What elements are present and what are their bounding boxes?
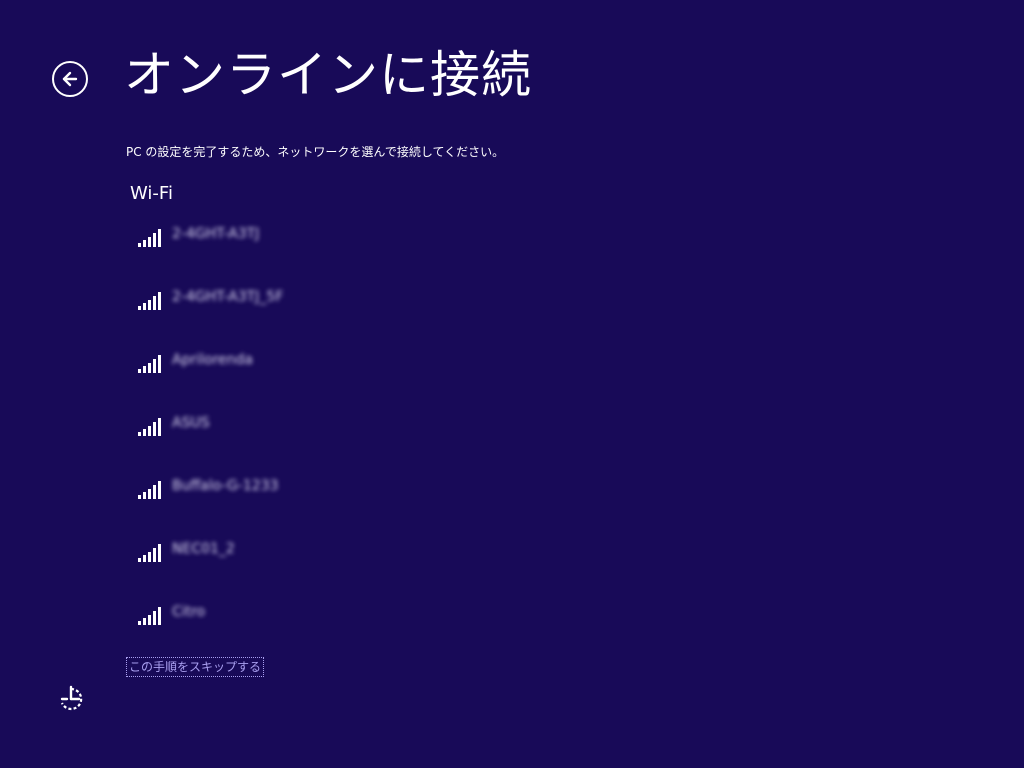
network-item-1[interactable]: 2-4GHT-A3TJ	[132, 220, 452, 283]
network-item-7[interactable]: Citro	[132, 598, 452, 661]
wifi-signal-icon	[136, 417, 162, 437]
network-item-2[interactable]: 2-4GHT-A3TJ_5F	[132, 283, 452, 346]
back-button[interactable]	[52, 61, 88, 97]
wifi-signal-icon	[136, 480, 162, 500]
wifi-section-title: Wi-Fi	[130, 183, 173, 204]
skip-step-link[interactable]: この手順をスキップする	[126, 657, 265, 677]
network-name: 2-4GHT-A3TJ_5F	[172, 289, 284, 305]
network-name: NEC01_2	[172, 541, 235, 557]
ease-of-access-button[interactable]	[56, 684, 86, 714]
network-item-3[interactable]: Aprilorenda	[132, 346, 452, 409]
network-name: Buffalo-G-1233	[172, 478, 279, 494]
back-arrow-icon	[60, 69, 80, 89]
wifi-signal-icon	[136, 354, 162, 374]
setup-page: オンラインに接続 PC の設定を完了するため、ネットワークを選んで接続してくださ…	[0, 0, 1024, 768]
network-name: Citro	[172, 604, 206, 620]
network-item-4[interactable]: ASUS	[132, 409, 452, 472]
wifi-signal-icon	[136, 228, 162, 248]
wifi-signal-icon	[136, 606, 162, 626]
ease-of-access-icon	[56, 685, 86, 718]
network-name: ASUS	[172, 415, 210, 431]
page-subtitle: PC の設定を完了するため、ネットワークを選んで接続してください。	[126, 145, 505, 159]
network-item-5[interactable]: Buffalo-G-1233	[132, 472, 452, 535]
network-name: 2-4GHT-A3TJ	[172, 226, 260, 242]
wifi-signal-icon	[136, 291, 162, 311]
network-item-6[interactable]: NEC01_2	[132, 535, 452, 598]
wifi-signal-icon	[136, 543, 162, 563]
network-name: Aprilorenda	[172, 352, 253, 368]
page-title: オンラインに接続	[124, 46, 532, 104]
network-list: 2-4GHT-A3TJ 2-4GHT-A3TJ_5F Aprilorenda A…	[132, 220, 452, 661]
